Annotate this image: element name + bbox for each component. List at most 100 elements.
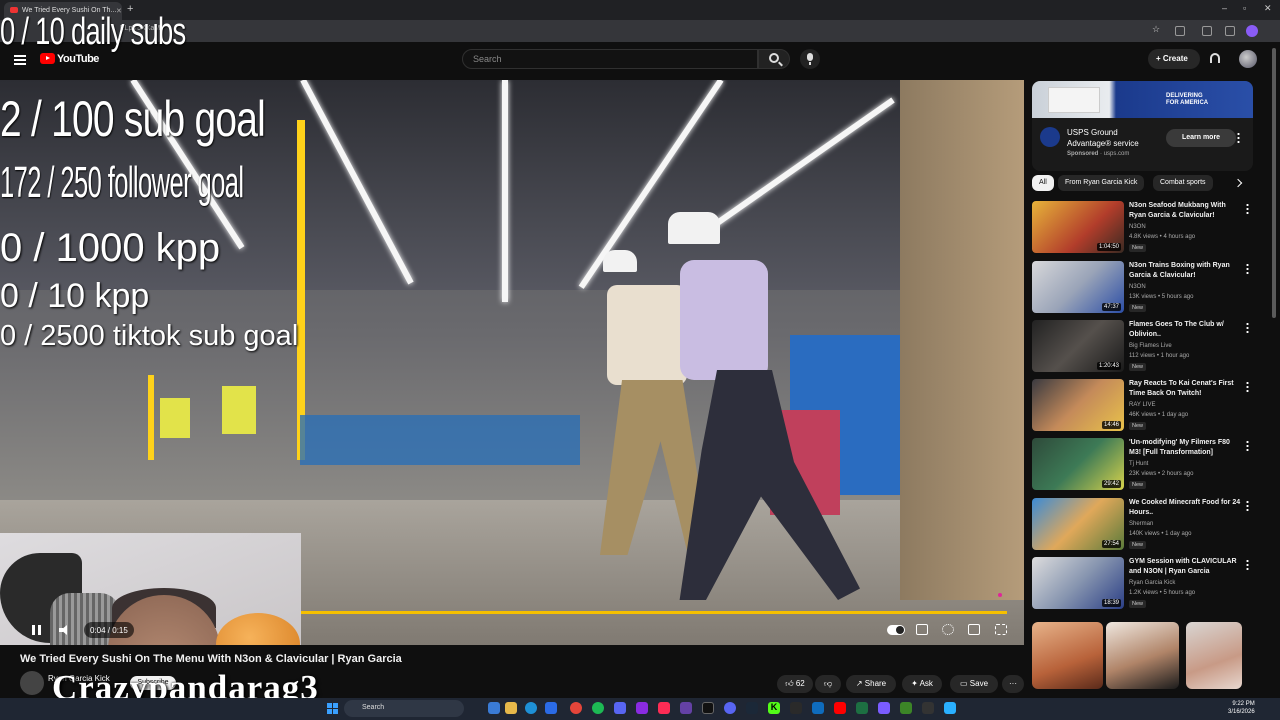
video-thumbnail[interactable]: 27:54	[1032, 498, 1124, 550]
scrubber-handle[interactable]	[998, 593, 1002, 597]
rec-menu-icon[interactable]	[1246, 381, 1249, 392]
create-button[interactable]: + Create	[1148, 49, 1200, 69]
video-thumbnail[interactable]: 29:42	[1032, 438, 1124, 490]
rec-menu-icon[interactable]	[1246, 263, 1249, 274]
file-explorer-icon[interactable]	[505, 702, 517, 714]
chip-combat-sports[interactable]: Combat sports	[1153, 175, 1213, 191]
short-thumbnail[interactable]	[1032, 622, 1103, 689]
ask-button[interactable]: ✦ Ask	[902, 675, 942, 693]
bookmark-star-icon[interactable]: ☆	[1152, 24, 1162, 34]
learn-more-button[interactable]: Learn more	[1166, 129, 1236, 147]
list-item[interactable]: 1:04:50 N3on Seafood Mukbang With Ryan G…	[1032, 201, 1249, 255]
rec-title[interactable]: N3on Trains Boxing with Ryan Garcia & Cl…	[1129, 261, 1241, 281]
kick-icon[interactable]: K	[768, 702, 780, 714]
app-icon[interactable]	[922, 702, 934, 714]
share-page-icon[interactable]	[1136, 26, 1146, 36]
rec-title[interactable]: 'Un-modifying' My Filmers F80 M3! [Full …	[1129, 438, 1241, 458]
channel-avatar[interactable]	[20, 671, 44, 695]
close-window-icon[interactable]: ✕	[1264, 3, 1272, 14]
youtube-logo-text[interactable]: YouTube	[57, 53, 99, 65]
rec-title[interactable]: Flames Goes To The Club w/ Oblivion..	[1129, 320, 1241, 340]
tiktok-icon[interactable]	[658, 702, 670, 714]
spotify-icon[interactable]	[592, 702, 604, 714]
video-thumbnail[interactable]: 47:37	[1032, 261, 1124, 313]
autoplay-toggle[interactable]	[887, 625, 905, 635]
rec-title[interactable]: N3on Seafood Mukbang With Ryan Garcia & …	[1129, 201, 1241, 221]
rec-title[interactable]: Ray Reacts To Kai Cenat's First Time Bac…	[1129, 379, 1241, 399]
rec-channel[interactable]: Ryan Garcia Kick	[1129, 580, 1175, 586]
store-icon[interactable]	[545, 702, 557, 714]
rec-channel[interactable]: Big Flames Live	[1129, 343, 1172, 349]
app-icon[interactable]	[702, 702, 714, 714]
extensions-icon[interactable]	[1175, 26, 1185, 36]
account-avatar[interactable]	[1239, 50, 1257, 68]
youtube-app-icon[interactable]	[834, 702, 846, 714]
video-thumbnail[interactable]: 14:46	[1032, 379, 1124, 431]
ad-menu-icon[interactable]	[1237, 132, 1240, 143]
more-actions-button[interactable]: ···	[1002, 675, 1024, 693]
obs-icon[interactable]	[680, 702, 692, 714]
pause-icon[interactable]	[32, 625, 41, 635]
progress-bar[interactable]	[301, 611, 1007, 614]
edge-icon[interactable]	[525, 702, 537, 714]
sidebar-icon[interactable]	[1202, 26, 1212, 36]
minecraft-icon[interactable]	[900, 702, 912, 714]
rec-menu-icon[interactable]	[1246, 322, 1249, 333]
maximize-icon[interactable]: ▫	[1243, 3, 1246, 13]
discord-icon[interactable]	[614, 702, 626, 714]
chip-from-channel[interactable]: From Ryan Garcia Kick	[1058, 175, 1145, 191]
rec-channel[interactable]: RAY LIVE	[1129, 402, 1155, 408]
chrome-icon[interactable]	[570, 702, 582, 714]
rec-menu-icon[interactable]	[1246, 440, 1249, 451]
list-item[interactable]: 14:46 Ray Reacts To Kai Cenat's First Ti…	[1032, 379, 1249, 433]
app-icon[interactable]	[812, 702, 824, 714]
page-scrollbar[interactable]	[1272, 48, 1276, 318]
hamburger-menu-icon[interactable]	[14, 55, 26, 65]
app-icon[interactable]	[878, 702, 890, 714]
video-thumbnail[interactable]: 1:20:43	[1032, 320, 1124, 372]
search-input[interactable]: Search	[462, 49, 758, 69]
rec-menu-icon[interactable]	[1246, 559, 1249, 570]
taskview-icon[interactable]	[488, 702, 500, 714]
browser-profile-avatar[interactable]	[1246, 25, 1258, 37]
like-button[interactable]: 👍︎ 62	[777, 675, 813, 693]
zoom-icon[interactable]	[1118, 26, 1128, 36]
miniplayer-icon[interactable]	[968, 624, 980, 635]
voice-search-icon[interactable]	[800, 49, 820, 69]
video-thumbnail[interactable]: 18:39	[1032, 557, 1124, 609]
sponsored-ad[interactable]: DELIVERING FOR AMERICA USPS Ground Advant…	[1032, 81, 1253, 171]
twitch-icon[interactable]	[636, 702, 648, 714]
rec-channel[interactable]: N3ON	[1129, 284, 1146, 290]
short-thumbnail[interactable]	[1186, 622, 1242, 689]
search-button[interactable]	[758, 49, 790, 69]
notifications-bell-icon[interactable]	[1210, 53, 1220, 63]
list-item[interactable]: 29:42 'Un-modifying' My Filmers F80 M3! …	[1032, 438, 1249, 492]
volume-icon[interactable]	[59, 625, 71, 635]
app-icon[interactable]	[790, 702, 802, 714]
settings-gear-icon[interactable]	[942, 624, 954, 635]
taskbar-clock[interactable]: 9:22 PM 3/16/2026	[1228, 700, 1255, 716]
rec-title[interactable]: We Cooked Minecraft Food for 24 Hours..	[1129, 498, 1241, 518]
downloads-icon[interactable]	[1225, 26, 1235, 36]
windows-start-icon[interactable]	[327, 703, 338, 714]
rec-title[interactable]: GYM Session with CLAVICULAR and N3ON | R…	[1129, 557, 1241, 577]
youtube-logo-icon[interactable]	[40, 53, 55, 64]
chevron-right-icon[interactable]	[1233, 178, 1243, 188]
rec-channel[interactable]: Sherman	[1129, 521, 1153, 527]
save-button[interactable]: ▭ Save	[950, 675, 998, 693]
list-item[interactable]: 47:37 N3on Trains Boxing with Ryan Garci…	[1032, 261, 1249, 315]
rec-channel[interactable]: N3ON	[1129, 224, 1146, 230]
address-bar[interactable]: ELpV5XXaM ☆	[0, 20, 1280, 42]
rec-menu-icon[interactable]	[1246, 500, 1249, 511]
steam-icon[interactable]	[746, 702, 758, 714]
rec-menu-icon[interactable]	[1246, 203, 1249, 214]
list-item[interactable]: 1:20:43 Flames Goes To The Club w/ Obliv…	[1032, 320, 1249, 374]
captions-icon[interactable]	[916, 624, 928, 635]
share-button[interactable]: ↗ Share	[846, 675, 896, 693]
rec-channel[interactable]: Tj Hunt	[1129, 461, 1148, 467]
short-thumbnail[interactable]	[1106, 622, 1179, 689]
taskbar-search[interactable]: Search	[344, 700, 464, 717]
minimize-icon[interactable]: –	[1222, 3, 1227, 13]
list-item[interactable]: 18:39 GYM Session with CLAVICULAR and N3…	[1032, 557, 1249, 611]
fullscreen-icon[interactable]	[995, 624, 1007, 635]
